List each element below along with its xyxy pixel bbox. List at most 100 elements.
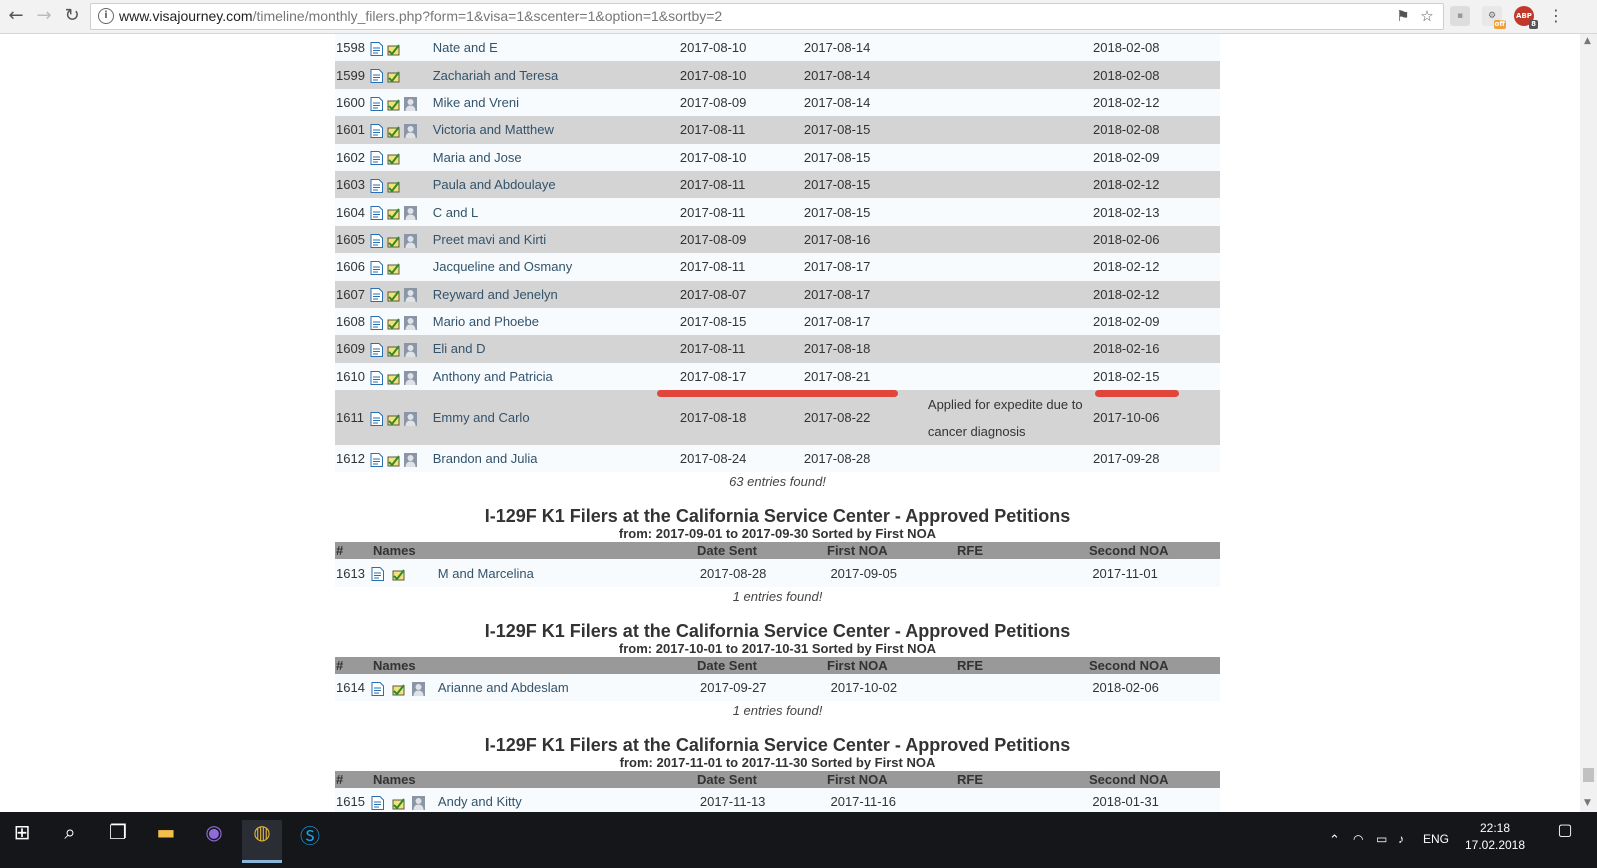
dispatch-approved-icon[interactable] — [387, 371, 400, 385]
timeline-document-icon[interactable] — [370, 288, 383, 303]
filer-name-link[interactable]: Anthony and Patricia — [433, 369, 553, 384]
member-avatar-icon[interactable] — [403, 288, 417, 303]
translate-icon[interactable]: ⚑ — [1394, 7, 1412, 25]
filer-name-link[interactable]: Victoria and Matthew — [433, 122, 554, 137]
filer-name-link[interactable]: Nate and E — [433, 40, 498, 55]
filer-name-link[interactable]: Preet mavi and Kirti — [433, 232, 546, 247]
dispatch-approved-icon[interactable] — [387, 316, 400, 330]
system-clock[interactable]: 22:18 17.02.2018 — [1455, 820, 1535, 854]
bookmark-star-icon[interactable]: ☆ — [1418, 7, 1436, 25]
filer-name-link[interactable]: Jacqueline and Osmany — [433, 259, 572, 274]
member-avatar-icon[interactable] — [403, 315, 417, 330]
member-avatar-icon[interactable] — [412, 796, 426, 811]
filer-name-link[interactable]: Emmy and Carlo — [433, 410, 530, 425]
dispatch-approved-icon[interactable] — [387, 124, 400, 138]
dispatch-approved-icon[interactable] — [387, 179, 400, 193]
dispatch-approved-icon[interactable] — [387, 453, 400, 467]
timeline-document-icon[interactable] — [370, 343, 383, 358]
file-explorer-icon[interactable]: ▬ — [146, 820, 186, 860]
timeline-document-icon[interactable] — [370, 411, 383, 426]
windows-start-icon[interactable]: ⊞ — [2, 820, 42, 860]
filer-name-link[interactable]: Mario and Phoebe — [433, 314, 539, 329]
member-avatar-icon[interactable] — [403, 206, 417, 221]
scroll-up-arrow-icon[interactable]: ▲ — [1584, 36, 1593, 46]
timeline-document-icon[interactable] — [370, 315, 383, 330]
row-icons — [368, 390, 432, 446]
member-avatar-icon[interactable] — [403, 343, 417, 358]
filer-name-link[interactable]: M and Marcelina — [438, 566, 534, 581]
adblock-icon[interactable]: ABP 8 — [1514, 6, 1538, 29]
back-arrow-icon[interactable]: ← — [4, 4, 28, 28]
timeline-document-icon[interactable] — [370, 370, 383, 385]
member-avatar-icon[interactable] — [403, 233, 417, 248]
extension-pdf-icon[interactable]: ▪ — [1450, 6, 1470, 26]
tray-chevron-icon[interactable]: ⌃ — [1329, 832, 1340, 848]
timeline-document-icon[interactable] — [370, 41, 383, 56]
member-avatar-icon[interactable] — [412, 681, 426, 696]
dispatch-approved-icon[interactable] — [387, 151, 400, 165]
wifi-icon[interactable]: ◠ — [1353, 832, 1363, 846]
dispatch-approved-icon[interactable] — [392, 682, 405, 696]
dispatch-approved-icon[interactable] — [392, 796, 405, 810]
scroll-thumb[interactable] — [1583, 768, 1594, 782]
dispatch-approved-icon[interactable] — [387, 261, 400, 275]
search-icon[interactable]: ⌕ — [50, 820, 90, 860]
dispatch-approved-icon[interactable] — [387, 206, 400, 220]
task-view-icon[interactable]: ❐ — [98, 820, 138, 860]
filer-name-link[interactable]: Eli and D — [433, 341, 486, 356]
timeline-document-icon[interactable] — [370, 452, 383, 467]
chrome-icon[interactable]: ◍ — [242, 820, 282, 863]
address-bar[interactable]: i www.visajourney.com/timeline/monthly_f… — [90, 3, 1444, 30]
member-avatar-icon[interactable] — [403, 411, 417, 426]
dispatch-approved-icon[interactable] — [387, 69, 400, 83]
timeline-document-icon[interactable] — [370, 96, 383, 111]
timeline-document-icon[interactable] — [371, 681, 384, 696]
timeline-document-icon[interactable] — [370, 151, 383, 166]
member-avatar-icon[interactable] — [403, 452, 417, 467]
scroll-down-arrow-icon[interactable]: ▼ — [1584, 798, 1593, 808]
dispatch-approved-icon[interactable] — [387, 42, 400, 56]
extension-settings-icon[interactable]: ⚙ off — [1482, 6, 1506, 29]
dispatch-approved-icon[interactable] — [387, 288, 400, 302]
filer-name-link[interactable]: Reyward and Jenelyn — [433, 287, 558, 302]
member-avatar-icon[interactable] — [403, 124, 417, 139]
row-first-noa: 2017-08-15 — [802, 116, 927, 144]
dispatch-approved-icon[interactable] — [387, 234, 400, 248]
filer-name-link[interactable]: Maria and Jose — [433, 150, 522, 165]
site-info-icon[interactable]: i — [98, 8, 114, 24]
notifications-icon[interactable]: ▢ — [1545, 820, 1585, 860]
member-avatar-icon[interactable] — [403, 370, 417, 385]
filer-name-link[interactable]: C and L — [433, 205, 479, 220]
filer-name-link[interactable]: Mike and Vreni — [433, 95, 519, 110]
filer-name-link[interactable]: Arianne and Abdeslam — [438, 680, 569, 695]
dispatch-approved-icon[interactable] — [392, 567, 405, 581]
page-scrollbar[interactable]: ▲ ▼ — [1580, 34, 1597, 812]
language-indicator[interactable]: ENG — [1423, 832, 1449, 846]
timeline-document-icon[interactable] — [370, 206, 383, 221]
filer-name-link[interactable]: Andy and Kitty — [438, 794, 522, 809]
member-avatar-icon[interactable] — [403, 96, 417, 111]
viber-icon[interactable]: ◉ — [194, 820, 234, 860]
url-text[interactable]: www.visajourney.com/timeline/monthly_fil… — [119, 8, 722, 24]
dispatch-approved-icon[interactable] — [387, 412, 400, 426]
skype-icon[interactable]: Ⓢ — [290, 820, 330, 860]
timeline-document-icon[interactable] — [370, 178, 383, 193]
filer-name-link[interactable]: Zachariah and Teresa — [433, 68, 559, 83]
timeline-document-icon[interactable] — [370, 233, 383, 248]
timeline-document-icon[interactable] — [370, 260, 383, 275]
timeline-document-icon[interactable] — [371, 796, 384, 811]
filer-name-link[interactable]: Brandon and Julia — [433, 451, 538, 466]
volume-icon[interactable]: ♪ — [1398, 832, 1404, 846]
row-icons — [368, 88, 432, 117]
dispatch-approved-icon[interactable] — [387, 97, 400, 111]
dispatch-approved-icon[interactable] — [387, 343, 400, 357]
forward-arrow-icon[interactable]: → — [32, 4, 56, 28]
timeline-document-icon[interactable] — [371, 567, 384, 582]
battery-icon[interactable]: ▭ — [1376, 832, 1387, 846]
browser-menu-icon[interactable]: ⋮ — [1548, 6, 1564, 26]
timeline-document-icon[interactable] — [370, 69, 383, 84]
reload-icon[interactable]: ↻ — [60, 4, 84, 28]
filer-name-link[interactable]: Paula and Abdoulaye — [433, 177, 556, 192]
row-number: 1610 — [335, 362, 369, 391]
timeline-document-icon[interactable] — [370, 124, 383, 139]
